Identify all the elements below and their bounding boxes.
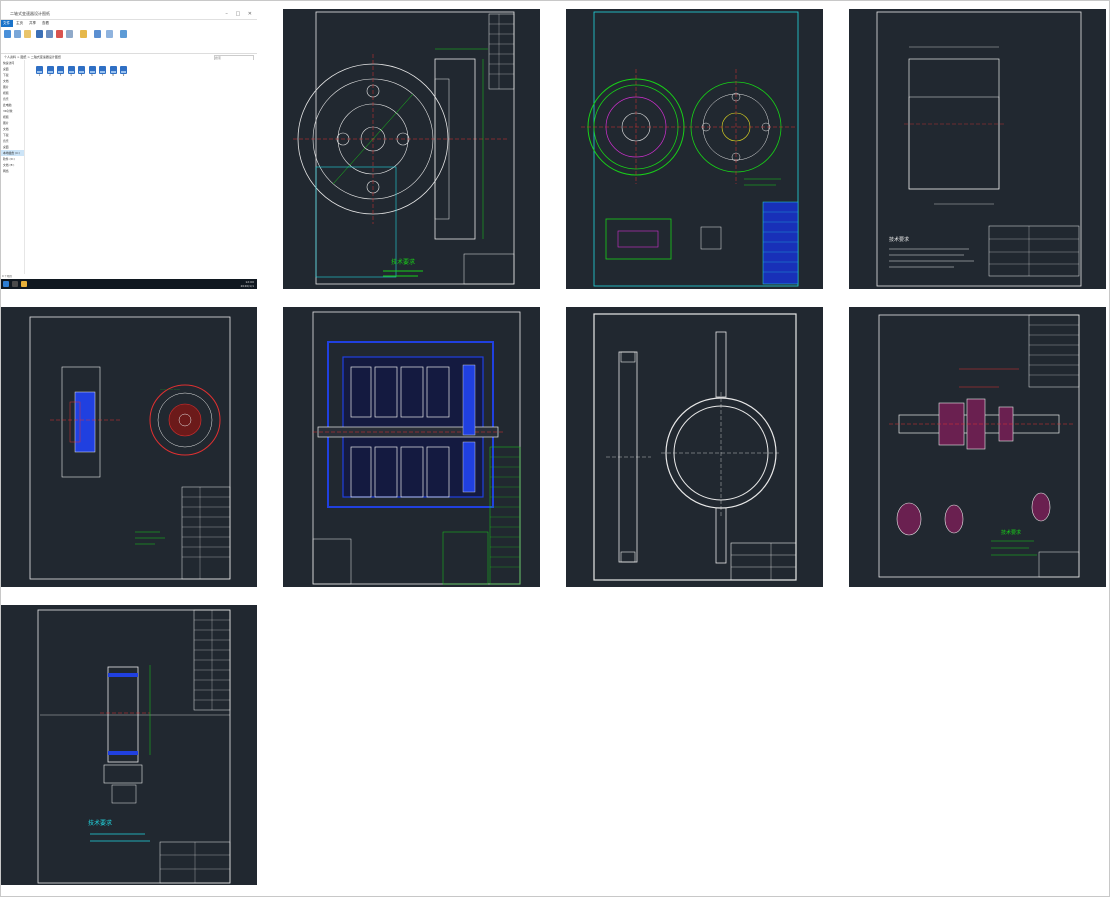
page-frame <box>0 0 1110 897</box>
